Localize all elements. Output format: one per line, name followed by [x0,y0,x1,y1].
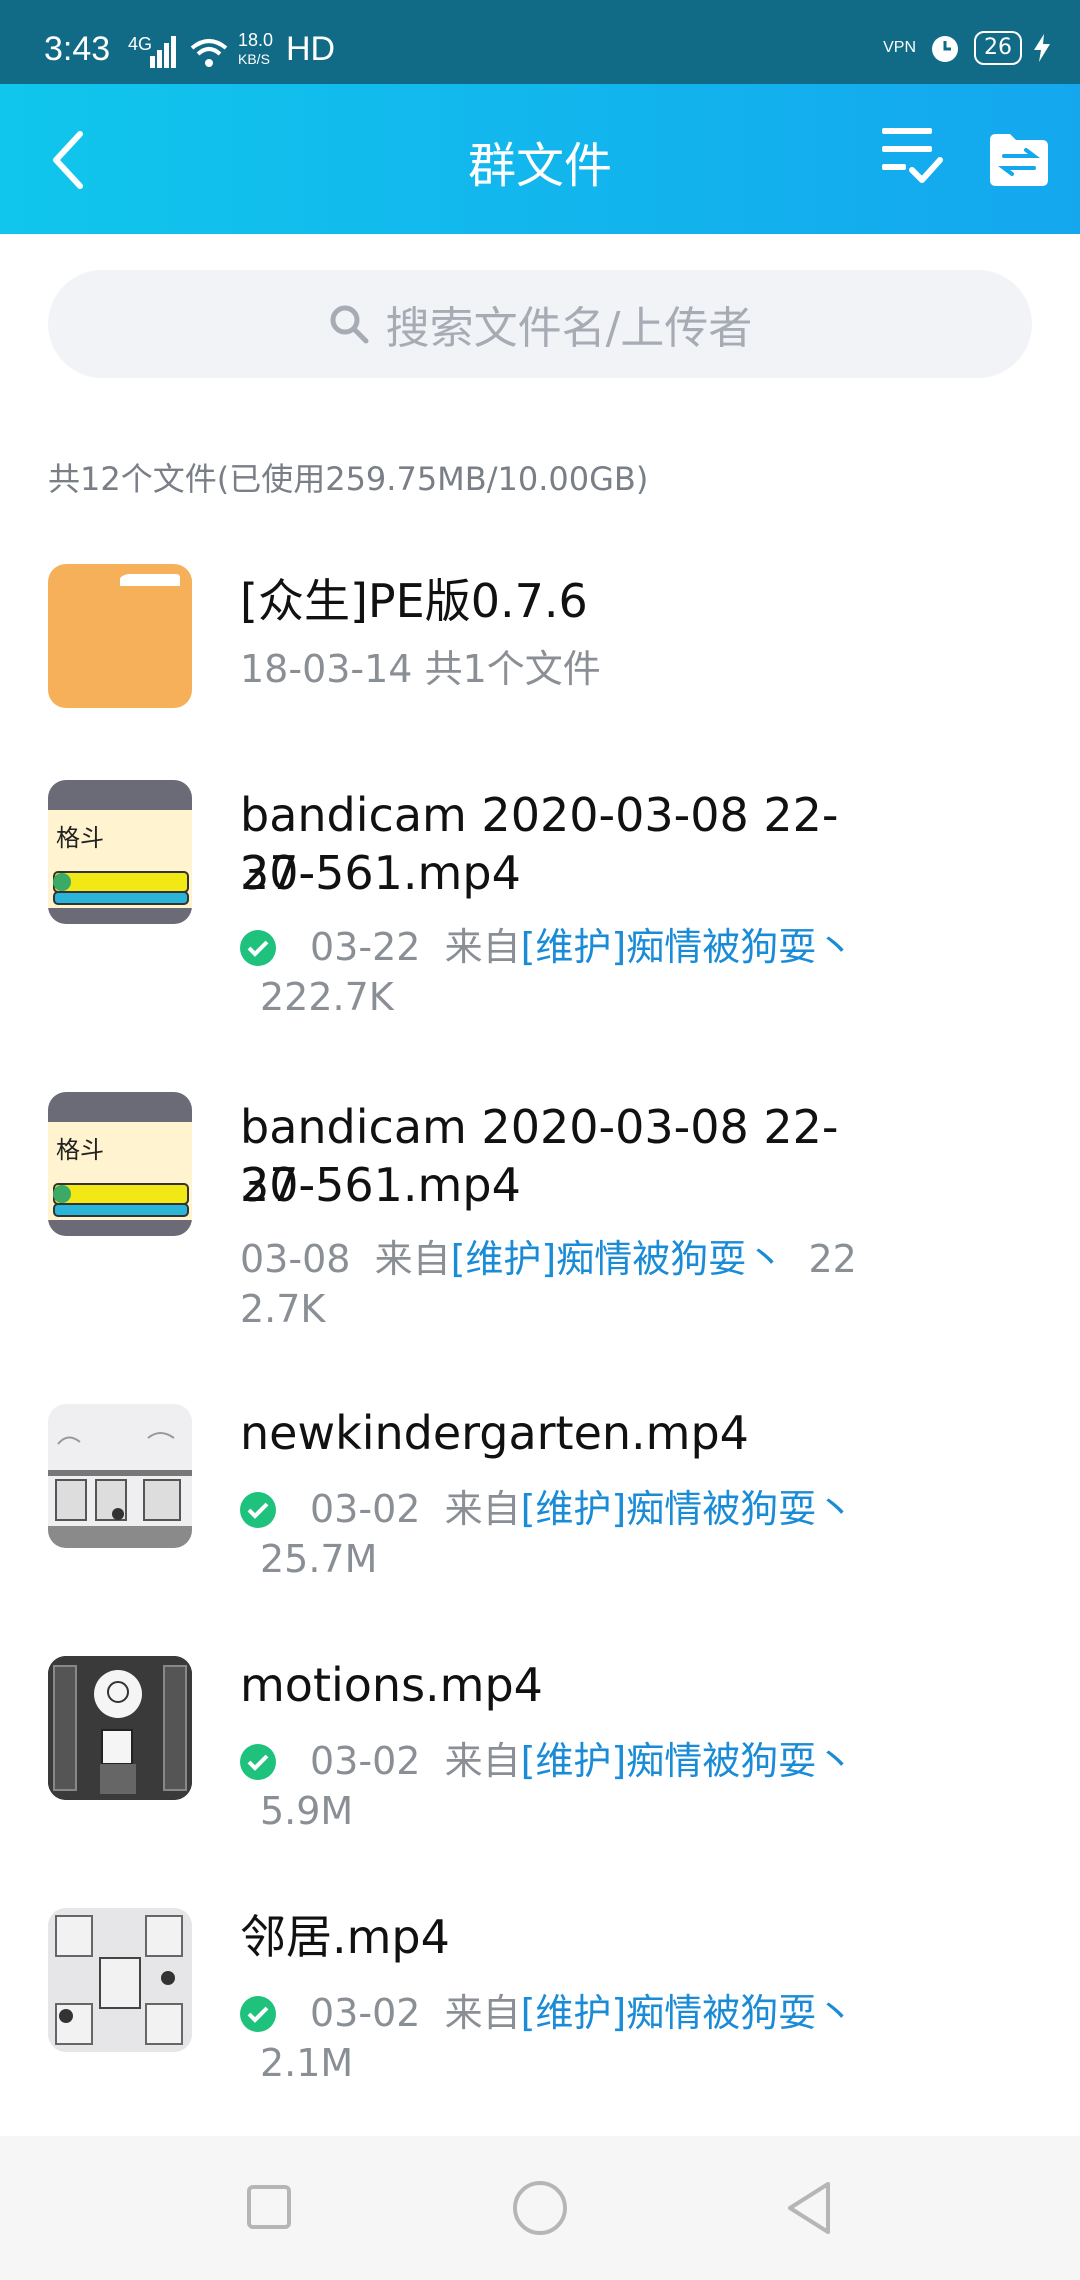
file-list-item[interactable]: 格斗 bandicam 2020-03-08 22-37- 20-561.mp4… [0,780,1080,1040]
downloaded-check-icon [240,1492,276,1528]
file-meta: 03-02 来自[维护]痴情被狗耍丶 [310,1988,910,2038]
network-type: 4G [128,34,153,54]
net-speed-unit: KB/S [238,51,270,67]
file-date: 03-02 [310,1739,421,1783]
thumb-text: 格斗 [56,824,104,852]
vpn-label: VPN [883,39,916,56]
file-size: 5.9M [260,1789,354,1833]
file-size: 25.7M [260,1537,378,1581]
file-name: motions.mp4 [240,1658,543,1712]
video-thumbnail: 格斗 [48,1092,192,1236]
file-list-item[interactable]: 邻居.mp4 03-02 来自[维护]痴情被狗耍丶 2.1M [0,1908,1080,2118]
status-right-group: VPN 26 [883,28,1050,68]
wifi-icon [190,39,228,67]
video-thumbnail [48,1908,192,2052]
battery-level: 26 [974,31,1022,65]
hd-indicator: HD [286,30,336,68]
app-header: 群文件 [0,84,1080,234]
file-date: 03-02 [310,1991,421,2035]
file-date: 03-22 [310,925,421,969]
file-name: newkindergarten.mp4 [240,1406,749,1460]
file-list-item[interactable]: [众生]PE版0.7.6 18-03-14 共1个文件 [0,560,1080,730]
file-meta: 18-03-14 共1个文件 [240,647,601,691]
back-nav-icon[interactable] [784,2180,834,2236]
status-time: 3:43 [44,30,111,68]
video-thumbnail: 格斗 [48,780,192,924]
file-meta: 03-02 来自[维护]痴情被狗耍丶 [310,1484,910,1534]
from-label: 来自 [444,925,521,969]
file-size-part2: 2.7K [240,1287,326,1331]
file-date: 03-08 [240,1237,351,1281]
storage-summary: 共12个文件(已使用259.75MB/10.00GB) [48,460,649,498]
file-list-item[interactable]: motions.mp4 03-02 来自[维护]痴情被狗耍丶 5.9M [0,1656,1080,1866]
video-thumbnail [48,1656,192,1800]
uploader-link[interactable]: [维护]痴情被狗耍丶 [521,1487,855,1531]
file-meta: 03-22 来自[维护]痴情被狗耍丶 [310,922,910,972]
file-size-part1: 22 [808,1237,857,1281]
net-speed-value: 18.0 [238,30,274,50]
from-label: 来自 [444,1487,521,1531]
uploader-link[interactable]: [维护]痴情被狗耍丶 [521,1991,855,2035]
multi-select-icon[interactable] [880,122,944,190]
file-transfer-icon[interactable] [990,134,1048,186]
folder-icon [48,564,192,708]
file-name-line2: 20-561.mp4 [240,1158,521,1212]
status-bar: 3:43 4G 18.0 KB/S HD VPN 26 [0,0,1080,84]
file-date: 03-02 [310,1487,421,1531]
file-name-line2: 20-561.mp4 [240,846,521,900]
uploader-link[interactable]: [维护]痴情被狗耍丶 [521,1739,855,1783]
file-size: 222.7K [260,975,394,1019]
file-list-item[interactable]: newkindergarten.mp4 03-02 来自[维护]痴情被狗耍丶 2… [0,1404,1080,1614]
cell-signal-icon [150,36,176,68]
file-name: 邻居.mp4 [240,1910,450,1964]
downloaded-check-icon [240,1996,276,2032]
downloaded-check-icon [240,1744,276,1780]
from-label: 来自 [444,1739,521,1783]
charging-icon [1034,34,1050,62]
file-size: 2.1M [260,2041,354,2085]
from-label: 来自 [374,1237,451,1281]
file-meta: 03-08 来自[维护]痴情被狗耍丶 22 [240,1234,900,1284]
search-bar[interactable]: 搜索文件名/上传者 [48,270,1032,378]
from-label: 来自 [444,1991,521,2035]
downloaded-check-icon [240,930,276,966]
file-name: [众生]PE版0.7.6 [240,574,588,628]
file-meta: 03-02 来自[维护]痴情被狗耍丶 [310,1736,910,1786]
home-icon[interactable] [512,2180,568,2236]
system-nav-bar [0,2136,1080,2280]
video-thumbnail [48,1404,192,1548]
thumb-text: 格斗 [56,1136,104,1164]
uploader-link[interactable]: [维护]痴情被狗耍丶 [521,925,855,969]
file-list-item[interactable]: 格斗 bandicam 2020-03-08 22-37- 20-561.mp4… [0,1092,1080,1352]
search-placeholder: 搜索文件名/上传者 [385,303,753,354]
alarm-icon [932,36,958,62]
recent-apps-icon[interactable] [246,2184,292,2230]
uploader-link[interactable]: [维护]痴情被狗耍丶 [451,1237,785,1281]
search-icon [330,305,369,344]
